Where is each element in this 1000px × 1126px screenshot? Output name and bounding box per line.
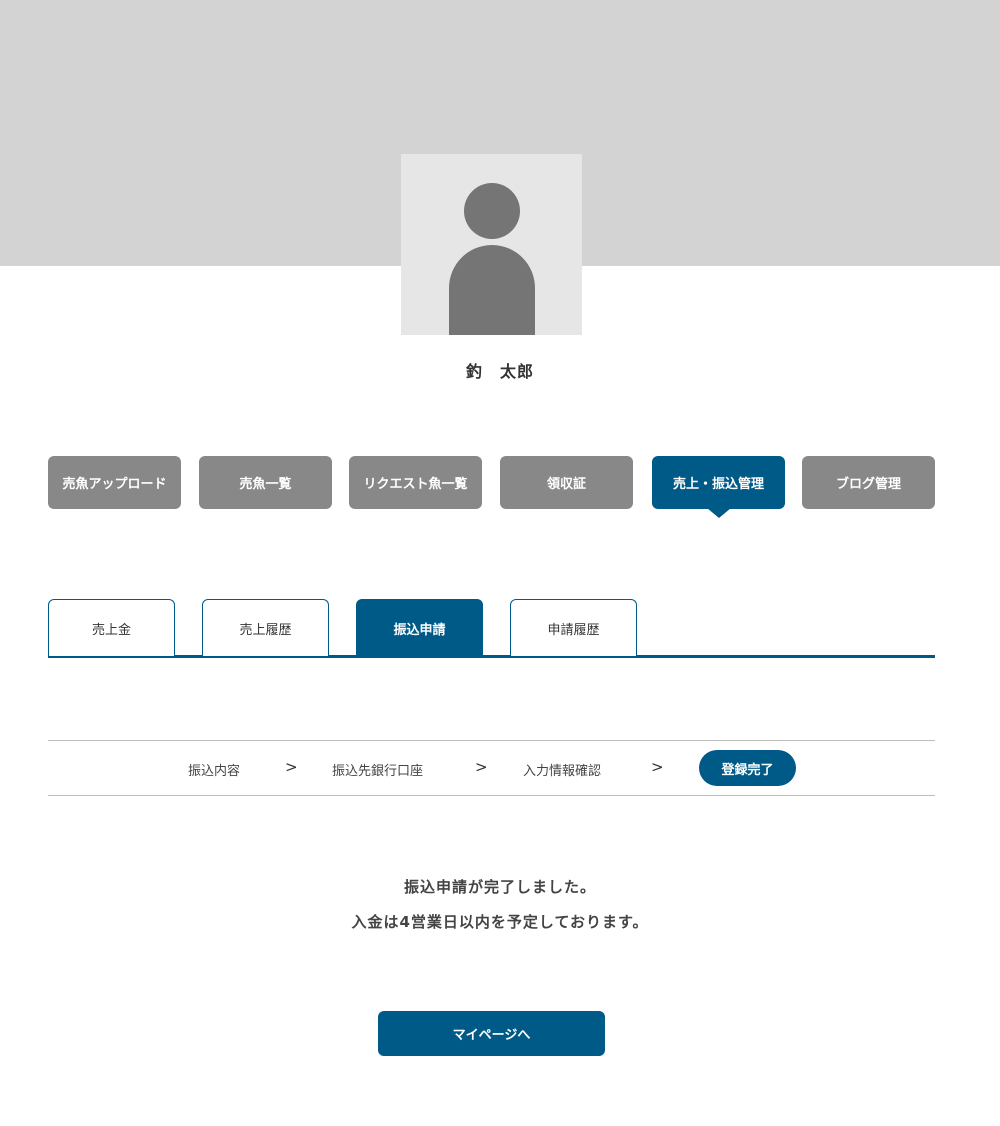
step-confirm: 入力情報確認 xyxy=(523,764,602,779)
main-nav: 売魚アップロード 売魚一覧 リクエスト魚一覧 領収証 売上・振込管理 ブログ管理 xyxy=(48,456,935,520)
user-name: 釣 太郎 xyxy=(465,362,534,381)
step-separator: > xyxy=(285,758,298,776)
tab-sales-history[interactable]: 売上履歴 xyxy=(202,599,329,656)
tabs-underline xyxy=(48,655,935,658)
mypage-button[interactable]: マイページへ xyxy=(378,1011,605,1056)
page: 釣 太郎 売魚アップロード 売魚一覧 リクエスト魚一覧 領収証 売上・振込管理 … xyxy=(0,0,1000,1126)
step-transfer-content: 振込内容 xyxy=(188,764,241,779)
tab-transfer-request[interactable]: 振込申請 xyxy=(356,599,483,656)
nav-request-list[interactable]: リクエスト魚一覧 xyxy=(349,456,482,509)
step-complete: 登録完了 xyxy=(699,750,796,786)
nav-upload-fish[interactable]: 売魚アップロード xyxy=(48,456,181,509)
tab-sales-amount[interactable]: 売上金 xyxy=(48,599,175,656)
nav-sales-transfer[interactable]: 売上・振込管理 xyxy=(652,456,785,518)
nav-receipt[interactable]: 領収証 xyxy=(500,456,633,509)
step-bank-account: 振込先銀行口座 xyxy=(332,764,424,779)
avatar-body xyxy=(449,245,535,335)
avatar-head xyxy=(464,183,520,239)
step-separator: > xyxy=(651,758,664,776)
tab-request-history[interactable]: 申請履歴 xyxy=(510,599,637,656)
nav-blog[interactable]: ブログ管理 xyxy=(802,456,935,509)
completion-message: 振込申請が完了しました。 xyxy=(403,878,596,896)
progress-steps: 振込内容 > 振込先銀行口座 > 入力情報確認 > 登録完了 xyxy=(48,740,935,796)
user-silhouette-icon xyxy=(401,154,582,335)
sub-tabs: 売上金 売上履歴 振込申請 申請履歴 xyxy=(48,599,935,659)
step-separator: > xyxy=(475,758,488,776)
deposit-notice: 入金は4営業日以内を予定しております。 xyxy=(351,913,649,931)
nav-fish-list[interactable]: 売魚一覧 xyxy=(199,456,332,509)
